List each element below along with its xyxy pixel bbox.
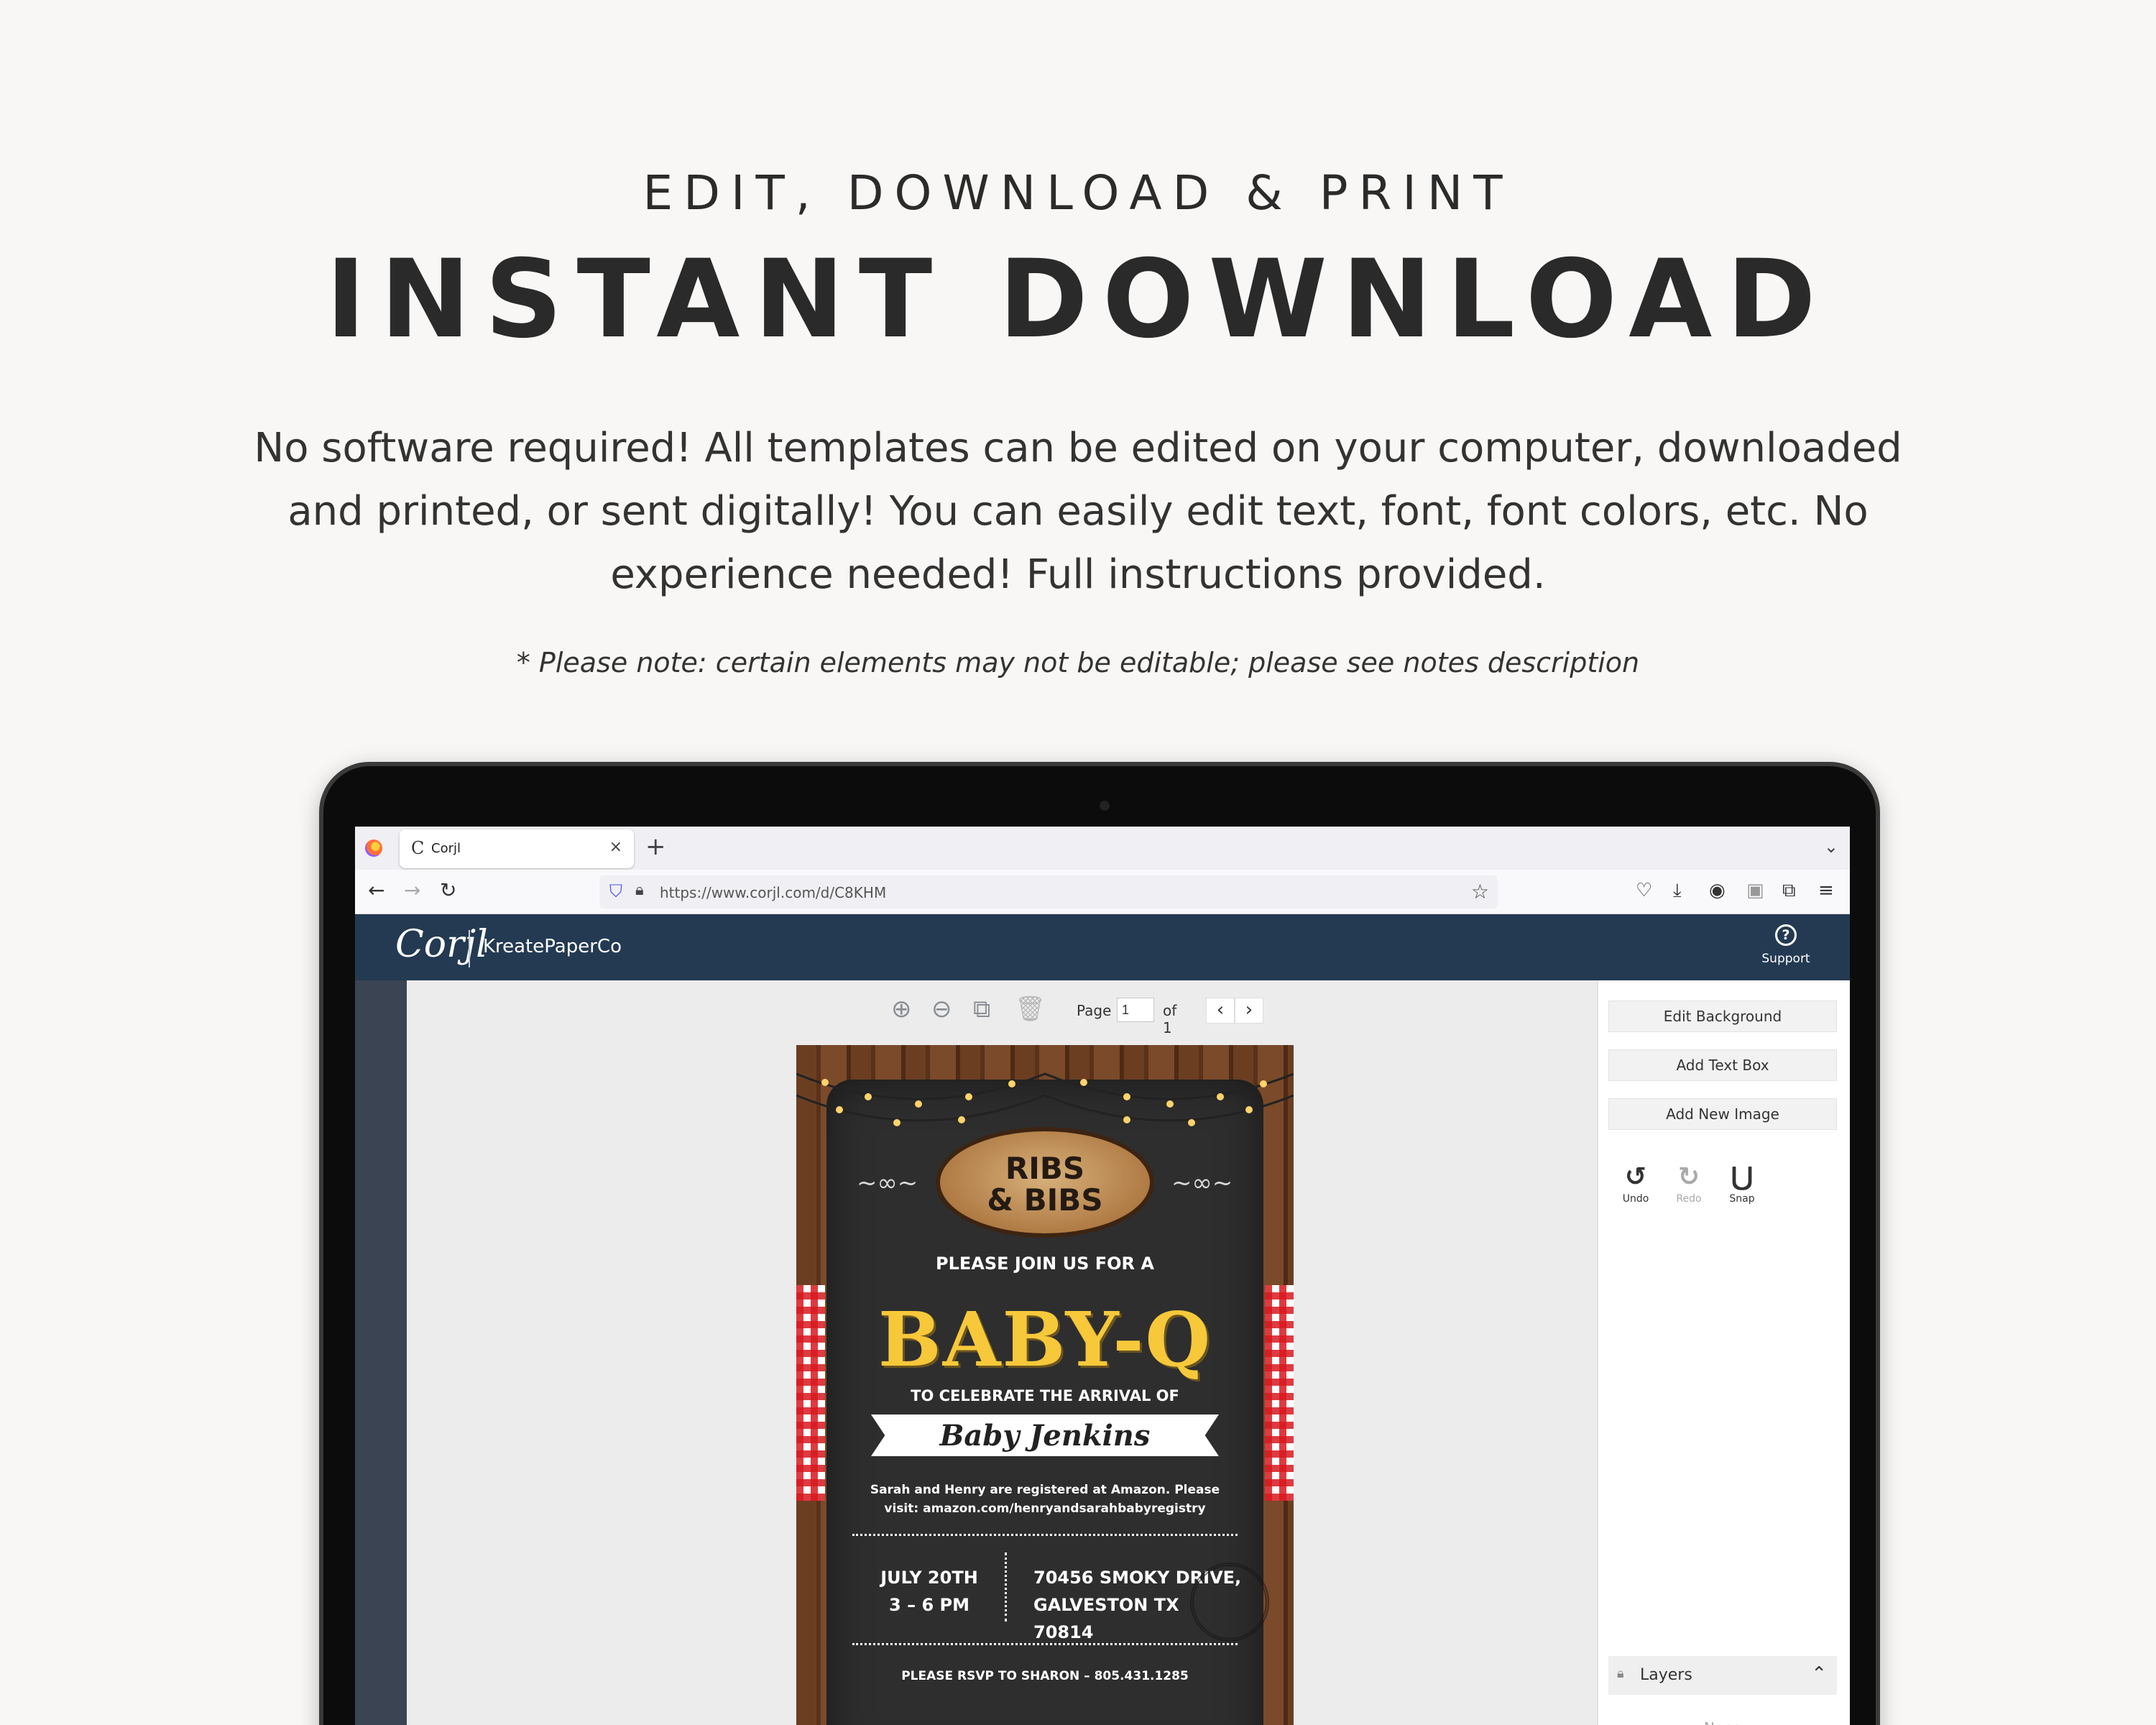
zoom-out-icon[interactable]: ⊖ bbox=[931, 995, 952, 1024]
layers-label: Layers bbox=[1640, 1666, 1692, 1684]
zoom-in-icon[interactable]: ⊕ bbox=[891, 995, 912, 1024]
corjl-logo[interactable]: Corjl bbox=[395, 923, 488, 966]
promo-description: No software required! All templates can … bbox=[254, 425, 1902, 598]
baby-name-text[interactable]: Baby Jenkins bbox=[871, 1419, 1219, 1453]
camera-dot bbox=[1100, 801, 1110, 811]
back-button[interactable]: ← bbox=[368, 878, 384, 902]
copy-icon[interactable]: ⧉ bbox=[973, 995, 990, 1024]
layers-header[interactable]: 🔒︎ Layers ⌃ bbox=[1608, 1656, 1837, 1695]
download-icon[interactable]: ⤓ bbox=[1673, 880, 1682, 902]
invitation-design[interactable]: RIBS & BIBS ~∞~ ~∞~ PLEASE JOIN US FOR A… bbox=[796, 1045, 1294, 1725]
address-bar[interactable]: ⛉ 🔒︎ https://www.corjl.com/d/C8KHM ☆ bbox=[599, 875, 1498, 908]
close-tab-icon[interactable]: × bbox=[609, 838, 622, 856]
help-icon: ? bbox=[1775, 924, 1797, 946]
intro-text[interactable]: PLEASE JOIN US FOR A bbox=[826, 1254, 1263, 1274]
event-when[interactable]: JULY 20TH 3 – 6 PM bbox=[861, 1564, 998, 1619]
support-label: Support bbox=[1761, 952, 1810, 966]
browser-tab-corjl[interactable]: C Corjl × bbox=[400, 829, 634, 868]
rsvp-text[interactable]: PLEASE RSVP TO SHARON – 805.431.1285 bbox=[826, 1669, 1263, 1683]
celebrate-text[interactable]: TO CELEBRATE THE ARRIVAL OF bbox=[826, 1387, 1263, 1404]
browser-nav-bar: ← → ↻ ⛉ 🔒︎ https://www.corjl.com/d/C8KHM… bbox=[355, 870, 1850, 914]
right-panel: Edit Background Add Text Box Add New Ima… bbox=[1597, 980, 1850, 1725]
layers-empty-text: None bbox=[1608, 1719, 1837, 1725]
page-count: of 1 bbox=[1163, 1002, 1177, 1036]
tracking-shield-icon[interactable]: ⛉ bbox=[609, 881, 622, 901]
url-text[interactable]: https://www.corjl.com/d/C8KHM bbox=[660, 884, 886, 901]
support-button[interactable]: ? Support bbox=[1754, 924, 1818, 966]
magnet-icon: ⋃ bbox=[1731, 1162, 1754, 1192]
flourish-right-icon: ~∞~ bbox=[1171, 1169, 1233, 1197]
browser-tab-bar: C Corjl × + ⌄ bbox=[355, 827, 1850, 870]
next-page-button[interactable]: › bbox=[1235, 998, 1263, 1024]
password-icon[interactable]: ◉ bbox=[1709, 880, 1726, 901]
left-sidebar bbox=[355, 980, 407, 1725]
bookmark-star-icon[interactable]: ☆ bbox=[1471, 880, 1489, 903]
header-divider bbox=[469, 930, 470, 967]
laptop-screen: C Corjl × + ⌄ ← → ↻ ⛉ 🔒︎ https://www.cor… bbox=[355, 827, 1850, 1725]
editor-canvas-area: ⊕ ⊖ ⧉ 🗑︎ Page of 1 ‹ › bbox=[407, 980, 1597, 1725]
event-time: 3 – 6 PM bbox=[889, 1595, 969, 1615]
promo-title: INSTANT DOWNLOAD bbox=[326, 237, 1830, 362]
page-label: Page bbox=[1077, 1002, 1112, 1019]
dotted-divider-top bbox=[852, 1534, 1238, 1536]
undo-button[interactable]: ↺ Undo bbox=[1614, 1164, 1657, 1205]
event-date: JULY 20TH bbox=[880, 1568, 978, 1588]
pocket-icon[interactable]: ♡ bbox=[1636, 880, 1652, 901]
registry-text[interactable]: Sarah and Henry are registered at Amazon… bbox=[868, 1481, 1222, 1518]
prev-page-button[interactable]: ‹ bbox=[1206, 998, 1235, 1024]
gingham-left bbox=[796, 1285, 825, 1501]
trash-icon[interactable]: 🗑︎ bbox=[1015, 995, 1046, 1024]
tab-list-chevron-icon[interactable]: ⌄ bbox=[1824, 837, 1838, 857]
page-number-input[interactable] bbox=[1117, 998, 1154, 1022]
edit-background-button[interactable]: Edit Background bbox=[1608, 1000, 1837, 1032]
undo-icon: ↺ bbox=[1624, 1162, 1647, 1192]
forward-button[interactable]: → bbox=[404, 878, 420, 902]
bbq-stamp-graphic bbox=[1190, 1563, 1269, 1642]
sign-text[interactable]: RIBS & BIBS bbox=[940, 1153, 1150, 1216]
gingham-right bbox=[1265, 1285, 1294, 1501]
shop-name: KreatePaperCo bbox=[483, 936, 622, 957]
redo-label: Redo bbox=[1676, 1193, 1702, 1205]
dotted-divider-bottom bbox=[852, 1643, 1238, 1645]
lock-icon[interactable]: 🔒︎ bbox=[635, 881, 644, 899]
promo-subtitle: EDIT, DOWNLOAD & PRINT bbox=[642, 165, 1514, 221]
name-banner: Baby Jenkins bbox=[871, 1414, 1219, 1456]
reload-button[interactable]: ↻ bbox=[440, 878, 456, 902]
dotted-divider-vertical bbox=[1005, 1552, 1007, 1622]
redo-button[interactable]: ↻ Redo bbox=[1667, 1164, 1710, 1205]
wood-sign[interactable]: RIBS & BIBS bbox=[936, 1127, 1154, 1238]
chevron-up-icon[interactable]: ⌃ bbox=[1811, 1663, 1827, 1685]
headline-text[interactable]: BABY-Q bbox=[826, 1295, 1263, 1384]
promo-note: * Please note: certain elements may not … bbox=[516, 647, 1640, 678]
menu-icon[interactable]: ≡ bbox=[1818, 880, 1834, 901]
flourish-left-icon: ~∞~ bbox=[857, 1169, 918, 1197]
snap-button[interactable]: ⋃ Snap bbox=[1720, 1164, 1764, 1205]
add-text-box-button[interactable]: Add Text Box bbox=[1608, 1049, 1837, 1081]
undo-label: Undo bbox=[1622, 1193, 1649, 1205]
add-new-image-button[interactable]: Add New Image bbox=[1608, 1098, 1837, 1130]
extension-icon[interactable]: ▣ bbox=[1746, 880, 1764, 901]
corjl-favicon-icon: C bbox=[411, 838, 425, 858]
corjl-header: Corjl KreatePaperCo ? Support bbox=[355, 914, 1850, 980]
tab-title: Corjl bbox=[431, 841, 461, 856]
puzzle-icon[interactable]: ⧉ bbox=[1782, 880, 1796, 902]
laptop-frame: C Corjl × + ⌄ ← → ↻ ⛉ 🔒︎ https://www.cor… bbox=[319, 762, 1880, 1725]
new-tab-button[interactable]: + bbox=[645, 832, 666, 861]
redo-icon: ↻ bbox=[1677, 1162, 1700, 1192]
lock-icon: 🔒︎ bbox=[1617, 1666, 1624, 1681]
snap-label: Snap bbox=[1729, 1193, 1755, 1205]
firefox-icon[interactable] bbox=[365, 840, 382, 857]
